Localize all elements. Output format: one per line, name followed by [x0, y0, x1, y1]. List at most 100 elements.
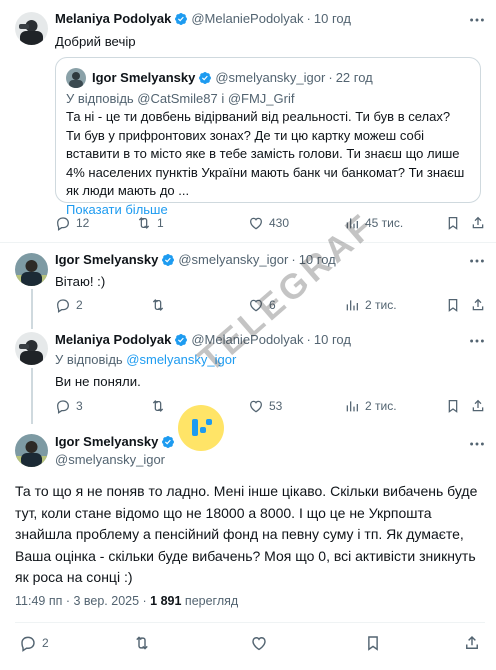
- views-button[interactable]: 2 тис.: [344, 297, 397, 313]
- views-button[interactable]: 2 тис.: [344, 398, 397, 414]
- like-button[interactable]: 53: [248, 398, 282, 414]
- share-icon: [463, 634, 481, 652]
- more-options-icon[interactable]: [468, 12, 488, 28]
- like-icon: [250, 634, 268, 652]
- author-name[interactable]: Melaniya Podolyak: [55, 332, 171, 347]
- like-icon: [248, 215, 264, 231]
- reply-mention[interactable]: @CatSmile87: [137, 91, 217, 106]
- quoted-tweet[interactable]: Igor Smelyansky @smelyansky_igor · 22 го…: [55, 57, 481, 217]
- reply-prefix: У відповідь: [66, 91, 138, 106]
- share-icon: [470, 398, 486, 414]
- bookmark-icon: [445, 215, 461, 231]
- reply-count: 2: [76, 298, 83, 312]
- more-options-icon[interactable]: [468, 333, 488, 349]
- views-icon: [344, 297, 360, 313]
- reply-count: 12: [76, 216, 90, 230]
- quote-author-handle: @smelyansky_igor: [215, 70, 326, 85]
- bookmark-button[interactable]: [445, 398, 466, 414]
- bookmark-icon: [445, 398, 461, 414]
- repost-count: 1: [157, 216, 164, 230]
- views-label: перегляд: [181, 594, 239, 608]
- repost-button[interactable]: 1: [136, 215, 164, 231]
- thread-connector: [30, 368, 33, 424]
- more-options-icon[interactable]: [468, 253, 488, 269]
- repost-button[interactable]: [150, 297, 171, 313]
- main-tweet-author: Igor Smelyansky @smelyansky_igor: [55, 434, 178, 467]
- quote-avatar: [66, 68, 86, 88]
- verified-badge-icon: [161, 253, 175, 267]
- views-count: 1 891: [150, 594, 182, 608]
- more-options-icon[interactable]: [468, 436, 488, 452]
- views-icon: [344, 398, 360, 414]
- like-icon: [248, 398, 264, 414]
- share-icon: [470, 297, 486, 313]
- tweet-actions: 3 53 2 тис.: [55, 398, 485, 418]
- reply-mention[interactable]: @FMJ_Grif: [228, 91, 295, 106]
- quote-text-block: Та ні - це ти довбень відірваний від реа…: [66, 108, 466, 220]
- tweet-meta: 11:49 пп · 3 вер. 2025 · 1 891 перегляд: [15, 594, 238, 608]
- share-button[interactable]: [463, 634, 486, 652]
- reply-icon: [55, 297, 71, 313]
- share-button[interactable]: [470, 215, 491, 231]
- separator-dot: ·: [306, 11, 311, 26]
- like-button[interactable]: [250, 634, 273, 652]
- reply-button[interactable]: 2: [19, 634, 49, 652]
- repost-icon: [150, 398, 166, 414]
- author-handle[interactable]: @smelyansky_igor: [178, 252, 288, 267]
- share-button[interactable]: [470, 398, 491, 414]
- bookmark-button[interactable]: [364, 634, 387, 652]
- tweet-text: Вітаю! :): [55, 274, 106, 289]
- quote-time: 22 год: [335, 70, 373, 85]
- views-count: 2 тис.: [365, 298, 397, 312]
- avatar[interactable]: [15, 253, 48, 286]
- tweet-time[interactable]: 10 год: [314, 332, 351, 347]
- share-icon: [470, 215, 486, 231]
- tweet-timestamp[interactable]: 11:49 пп · 3 вер. 2025 ·: [15, 594, 150, 608]
- author-name[interactable]: Igor Smelyansky: [55, 434, 158, 449]
- quote-text: Та ні - це ти довбень відірваний від реа…: [66, 109, 465, 199]
- like-button[interactable]: 430: [248, 215, 289, 231]
- repost-icon: [150, 297, 166, 313]
- tweet-1[interactable]: Melaniya Podolyak @MelaniePodolyak · 10 …: [0, 0, 496, 233]
- reply-button[interactable]: 3: [55, 398, 83, 414]
- avatar[interactable]: [15, 332, 48, 365]
- views-count: 2 тис.: [365, 399, 397, 413]
- repost-button[interactable]: [133, 634, 156, 652]
- tweet-time[interactable]: 10 год: [314, 11, 351, 26]
- share-button[interactable]: [470, 297, 491, 313]
- reply-count: 2: [42, 636, 49, 650]
- bookmark-button[interactable]: [445, 297, 466, 313]
- main-tweet-text: Та то що я не поняв то ладно. Мені інше …: [15, 483, 478, 585]
- bookmark-icon: [364, 634, 382, 652]
- author-handle[interactable]: @MelaniePodolyak: [191, 11, 303, 26]
- repost-icon: [133, 634, 151, 652]
- reply-button[interactable]: 12: [55, 215, 89, 231]
- reply-button[interactable]: 2: [55, 297, 83, 313]
- divider: [15, 622, 485, 623]
- avatar[interactable]: [15, 434, 48, 467]
- like-count: 53: [269, 399, 283, 413]
- repost-button[interactable]: [150, 398, 171, 414]
- tweet-actions: 12 1 430 45 тис.: [55, 215, 485, 235]
- reply-prefix: У відповідь: [55, 352, 127, 367]
- author-name[interactable]: Melaniya Podolyak: [55, 11, 171, 26]
- tweet-text: Добрий вечір: [55, 34, 136, 49]
- reply-icon: [19, 634, 37, 652]
- bookmark-icon: [445, 297, 461, 313]
- quote-reply-context: У відповідь @CatSmile87 і @FMJ_Grif: [66, 91, 294, 106]
- author-handle[interactable]: @smelyansky_igor: [55, 452, 178, 467]
- repost-icon: [136, 215, 152, 231]
- main-tweet-actions: 2: [15, 634, 485, 658]
- author-name[interactable]: Igor Smelyansky: [55, 252, 158, 267]
- separator-dot: ·: [306, 332, 311, 347]
- avatar[interactable]: [15, 12, 48, 45]
- like-count: 430: [269, 216, 290, 230]
- quote-author-name: Igor Smelyansky: [92, 70, 196, 85]
- verified-badge-icon: [174, 12, 188, 26]
- separator-dot: ·: [328, 70, 333, 85]
- tweet-text: Ви не поняли.: [55, 374, 141, 389]
- reply-icon: [55, 398, 71, 414]
- bookmark-button[interactable]: [445, 215, 466, 231]
- reply-icon: [55, 215, 71, 231]
- tweet-header: Melaniya Podolyak @MelaniePodolyak · 10 …: [55, 11, 351, 26]
